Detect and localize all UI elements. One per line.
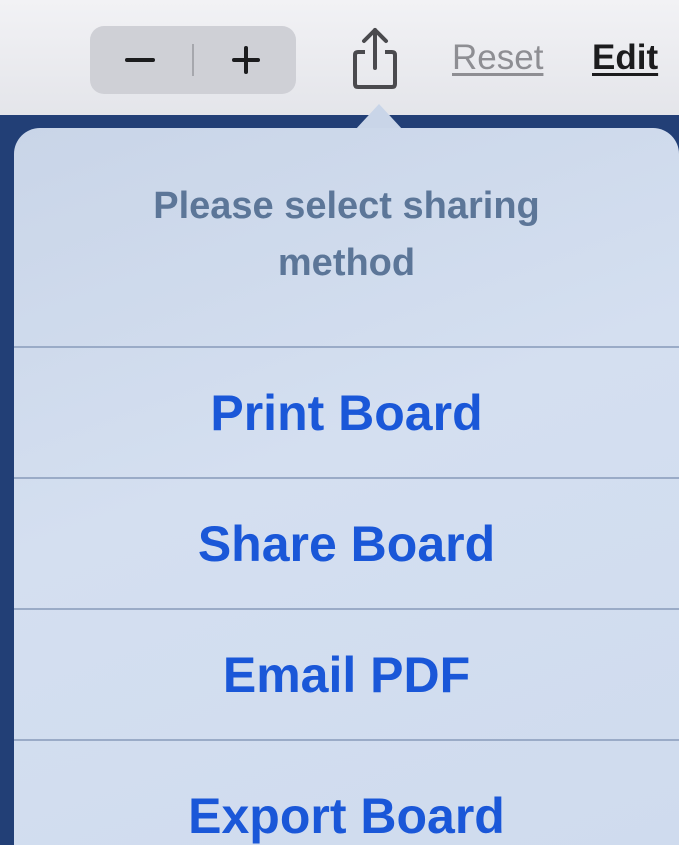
stepper-divider	[192, 44, 194, 76]
zoom-out-button[interactable]	[90, 26, 190, 94]
reset-button[interactable]: Reset	[452, 38, 543, 78]
email-pdf-option[interactable]: Email PDF	[14, 610, 679, 739]
top-toolbar: Reset Edit	[0, 0, 679, 115]
popover-arrow	[355, 104, 403, 130]
edit-button[interactable]: Edit	[592, 38, 658, 78]
share-popover: Please select sharing method Print Board…	[14, 128, 679, 845]
export-board-option[interactable]: Export Board	[14, 741, 679, 845]
plus-icon	[232, 46, 260, 74]
minus-icon	[125, 58, 155, 62]
zoom-stepper	[90, 26, 296, 94]
print-board-option[interactable]: Print Board	[14, 348, 679, 477]
share-icon	[353, 28, 397, 89]
zoom-in-button[interactable]	[196, 26, 296, 94]
popover-header: Please select sharing method	[14, 128, 679, 346]
share-button[interactable]	[340, 18, 410, 98]
share-board-option[interactable]: Share Board	[14, 479, 679, 608]
popover-title: Please select sharing method	[153, 185, 540, 284]
